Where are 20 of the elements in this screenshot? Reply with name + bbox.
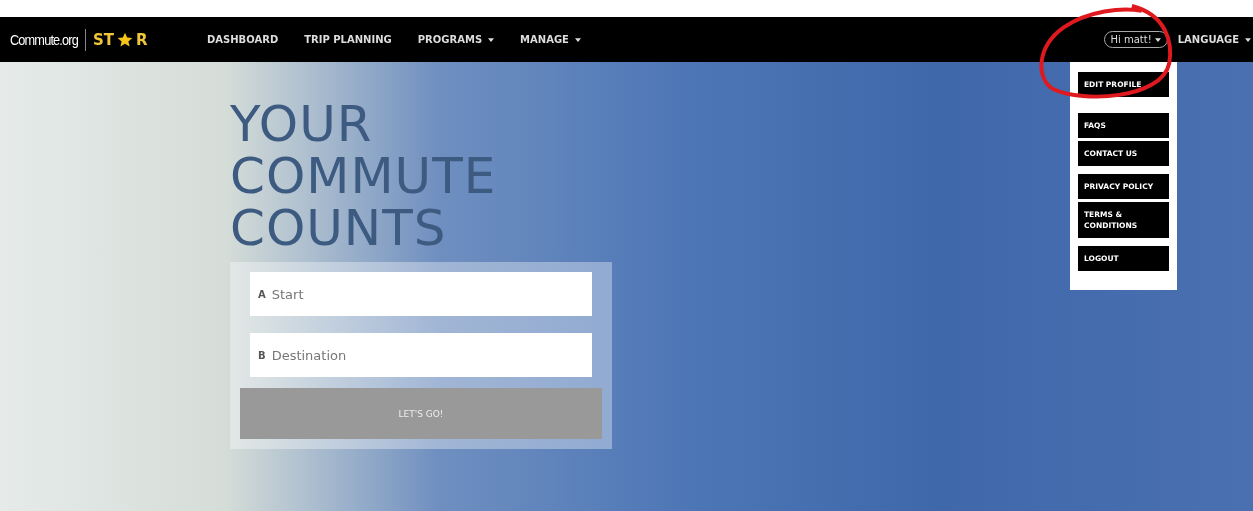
caret-icon[interactable] — [1245, 37, 1251, 42]
user-menu-button[interactable]: Hi matt! — [1103, 31, 1168, 48]
star-icon — [116, 31, 133, 48]
location-input-field[interactable]: Start — [271, 286, 592, 302]
location-input-field[interactable]: A Start — [250, 272, 592, 316]
logo-brand-text: ST — [92, 30, 114, 49]
nav-link[interactable]: TRIP PLANNING — [304, 34, 392, 45]
nav-link[interactable]: DASHBOARD — [207, 34, 279, 45]
logo-text: Commute.org — [10, 31, 78, 48]
field-marker: B — [258, 349, 266, 361]
logo-brand-text: R — [135, 30, 148, 49]
nav-link[interactable]: PROGRAMS — [417, 34, 483, 45]
field-marker: A — [258, 288, 266, 300]
language-link[interactable]: LANGUAGE — [1177, 34, 1239, 45]
caret-icon[interactable] — [574, 37, 581, 42]
caret-icon[interactable] — [488, 37, 495, 42]
nav-link[interactable]: MANAGE — [520, 34, 569, 45]
location-input-field[interactable]: B Destination — [250, 333, 592, 377]
location-input-field[interactable]: Destination — [271, 347, 592, 363]
caret-icon — [1154, 37, 1161, 42]
